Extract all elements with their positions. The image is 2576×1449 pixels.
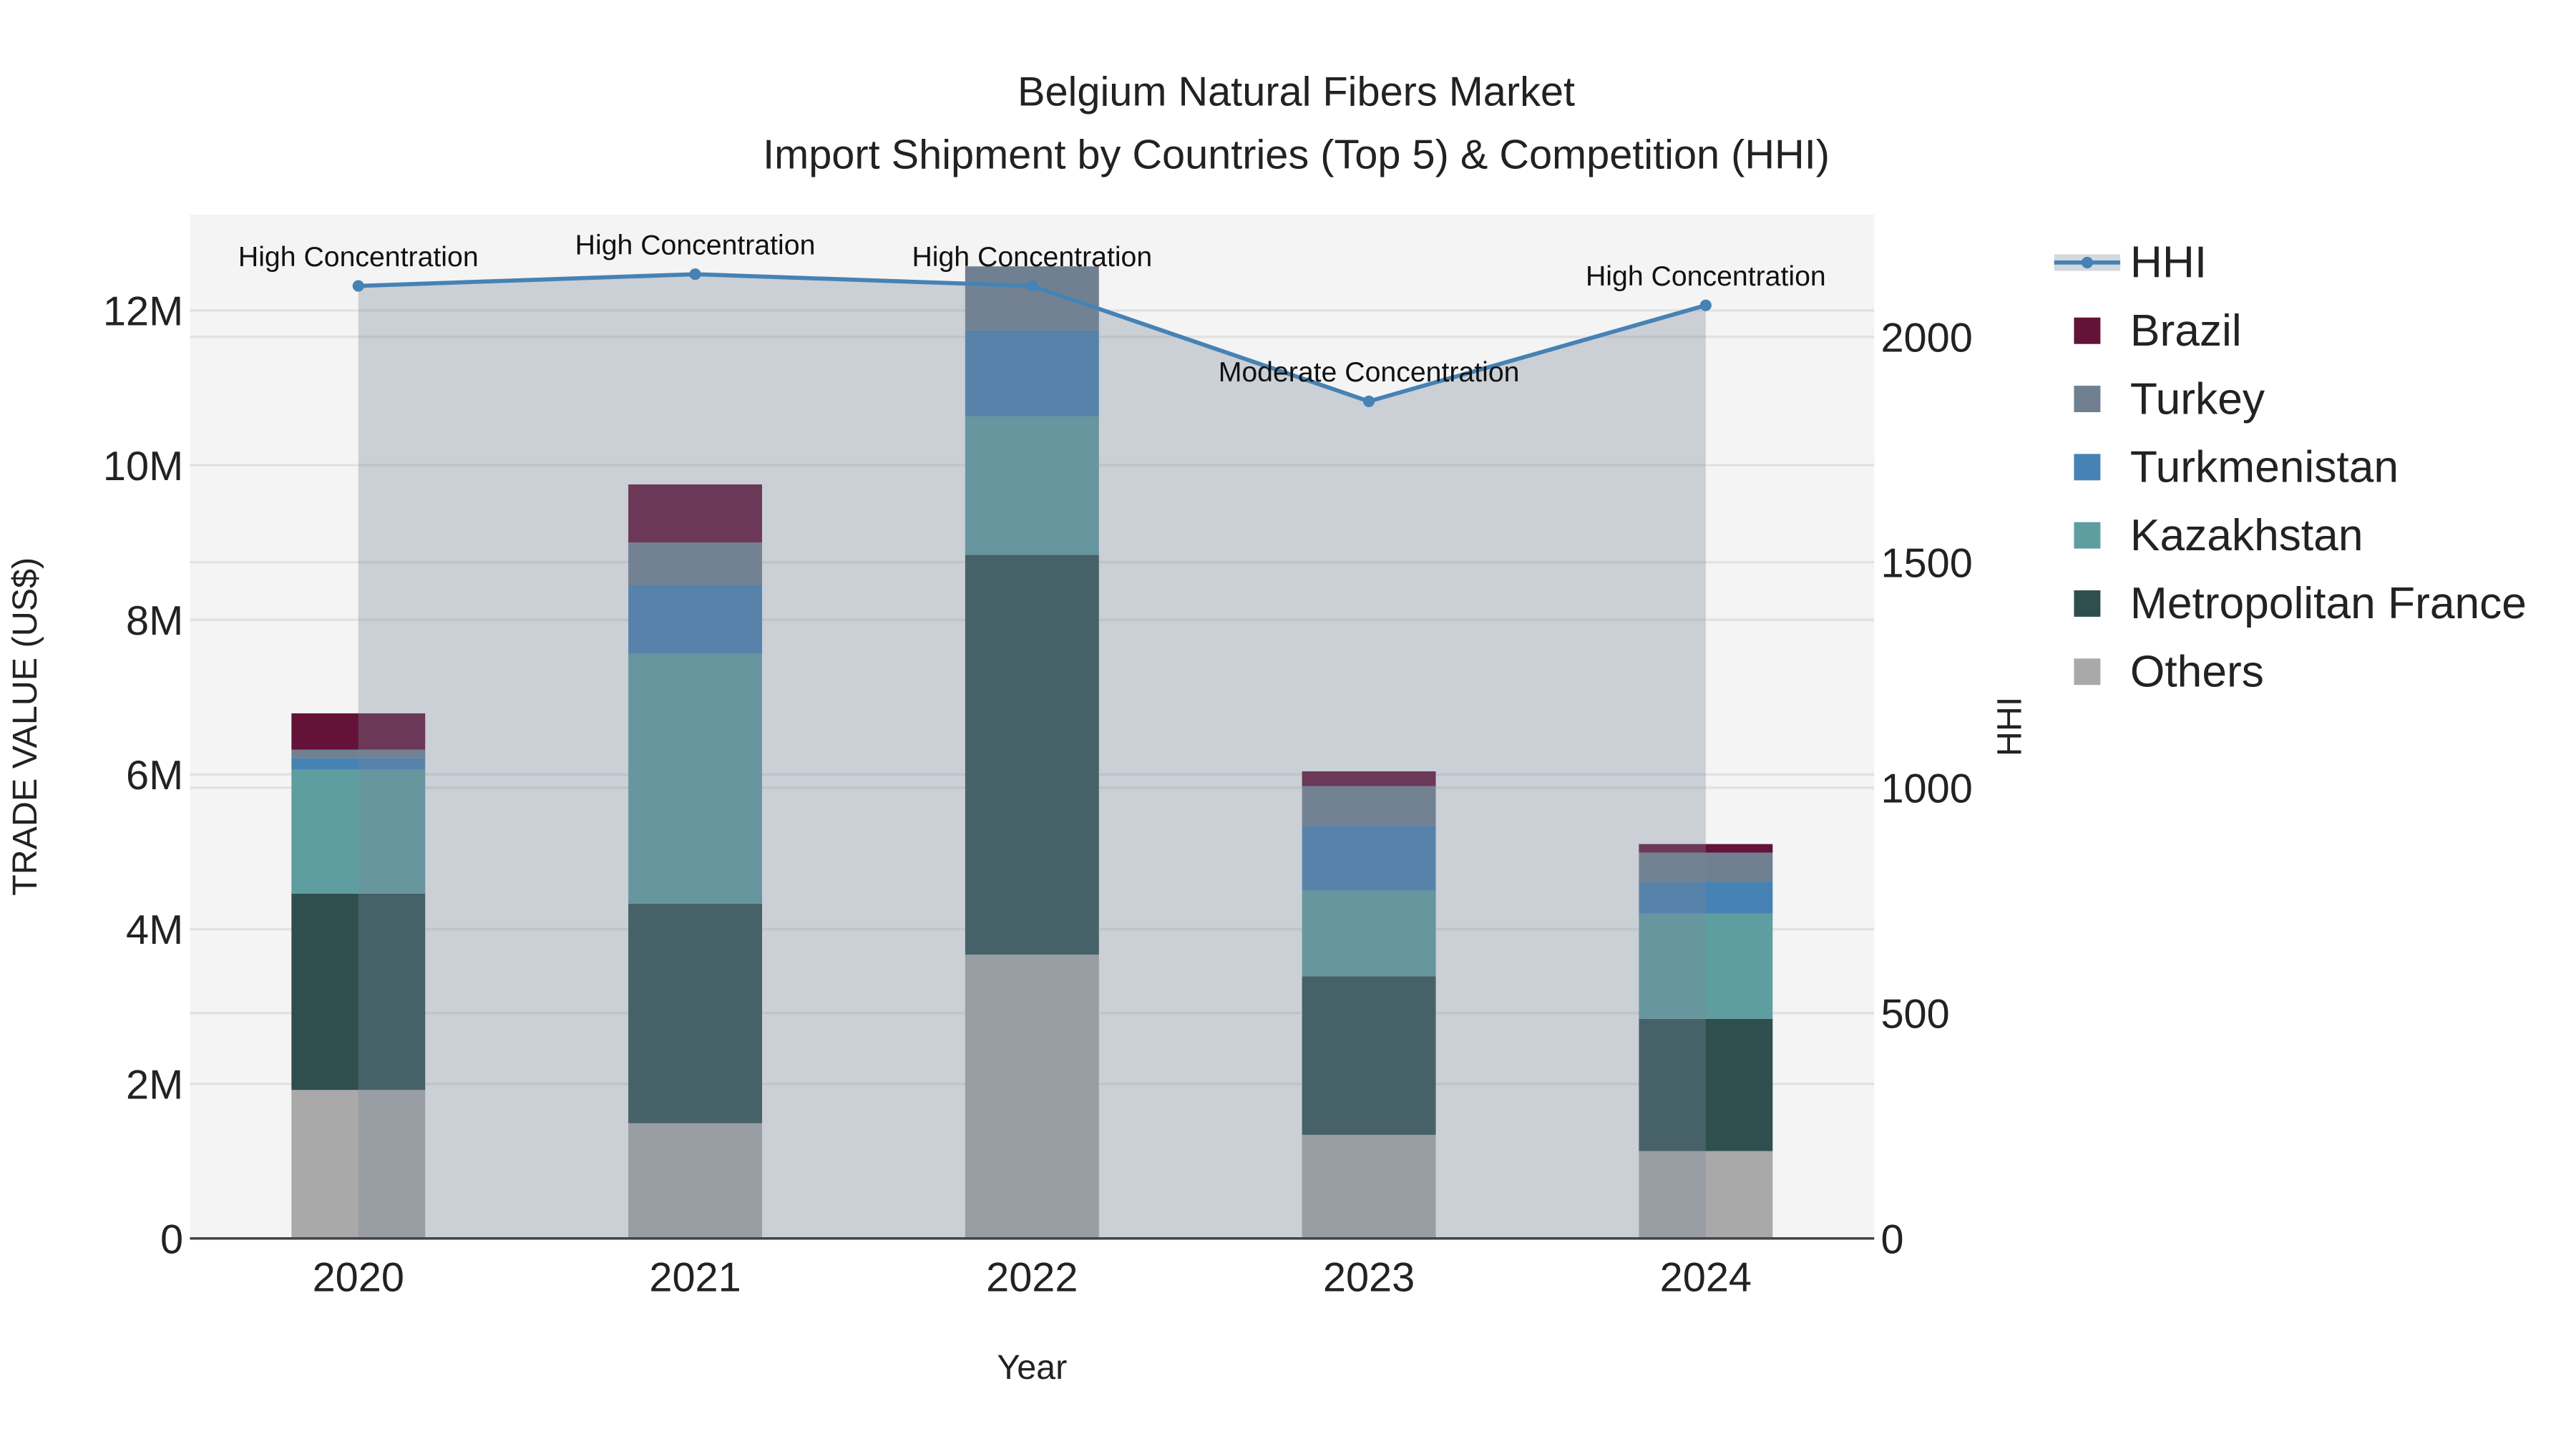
legend-label: HHI xyxy=(2130,238,2207,288)
y-tick-label: 0 xyxy=(160,1217,183,1263)
hhi-annotation: High Concentration xyxy=(238,241,479,273)
legend-hhi-marker xyxy=(2081,256,2093,268)
legend-swatch xyxy=(2074,386,2101,412)
legend-swatch xyxy=(2074,658,2101,686)
x-axis-label: Year xyxy=(997,1348,1067,1387)
legend-swatch xyxy=(2074,522,2101,549)
y-tick-label: 12M xyxy=(103,289,183,335)
hhi-point xyxy=(1699,299,1712,311)
y2-tick-label: 500 xyxy=(1880,992,1949,1038)
legend-label: Turkmenistan xyxy=(2130,443,2399,492)
x-tick-label: 2020 xyxy=(313,1255,404,1301)
y-tick-label: 10M xyxy=(103,444,183,489)
hhi-annotation: High Concentration xyxy=(575,230,816,261)
hhi-point xyxy=(352,280,364,292)
chart-subtitle: Import Shipment by Countries (Top 5) & C… xyxy=(763,132,1830,177)
legend-label: Metropolitan France xyxy=(2130,579,2527,628)
hhi-point xyxy=(1026,280,1038,292)
x-tick-label: 2023 xyxy=(1323,1255,1415,1301)
y-tick-label: 8M xyxy=(126,598,183,644)
legend-swatch xyxy=(2074,317,2101,344)
hhi-annotation: Moderate Concentration xyxy=(1219,356,1520,388)
legend: HHI Brazil Turkey Turkmenistan Kazakhstan Met… xyxy=(2054,238,2527,697)
y-tick-label: 4M xyxy=(126,907,183,953)
hhi-area-fill xyxy=(358,274,1706,1239)
legend-label: Brazil xyxy=(2130,306,2242,356)
legend-label: Kazakhstan xyxy=(2130,511,2363,560)
chart: High Concentration High Concentration High… xyxy=(6,69,2527,1387)
x-tick-label: 2022 xyxy=(986,1255,1078,1301)
x-tick-label: 2021 xyxy=(649,1255,741,1301)
chart-title: Belgium Natural Fibers Market xyxy=(1018,69,1575,115)
hhi-point xyxy=(689,268,701,280)
y2-tick-label: 1500 xyxy=(1880,541,1972,587)
legend-label: Others xyxy=(2130,648,2264,697)
legend-swatch xyxy=(2074,590,2101,617)
y-tick-label: 6M xyxy=(126,753,183,799)
y2-axis-label: HHI xyxy=(1991,697,2029,756)
hhi-point xyxy=(1363,395,1375,407)
x-tick-label: 2024 xyxy=(1660,1255,1752,1301)
hhi-annotation: High Concentration xyxy=(1586,260,1826,292)
y2-tick-label: 2000 xyxy=(1880,316,1972,361)
legend-label: Turkey xyxy=(2130,374,2265,424)
hhi-series: High Concentration High Concentration High… xyxy=(238,230,1826,1239)
y2-tick-label: 1000 xyxy=(1880,766,1972,812)
hhi-annotation: High Concentration xyxy=(912,241,1152,273)
y-tick-label: 2M xyxy=(126,1062,183,1108)
legend-swatch xyxy=(2074,454,2101,481)
y-axis-label: TRADE VALUE (US$) xyxy=(6,557,44,896)
y2-tick-label: 0 xyxy=(1880,1217,1903,1263)
